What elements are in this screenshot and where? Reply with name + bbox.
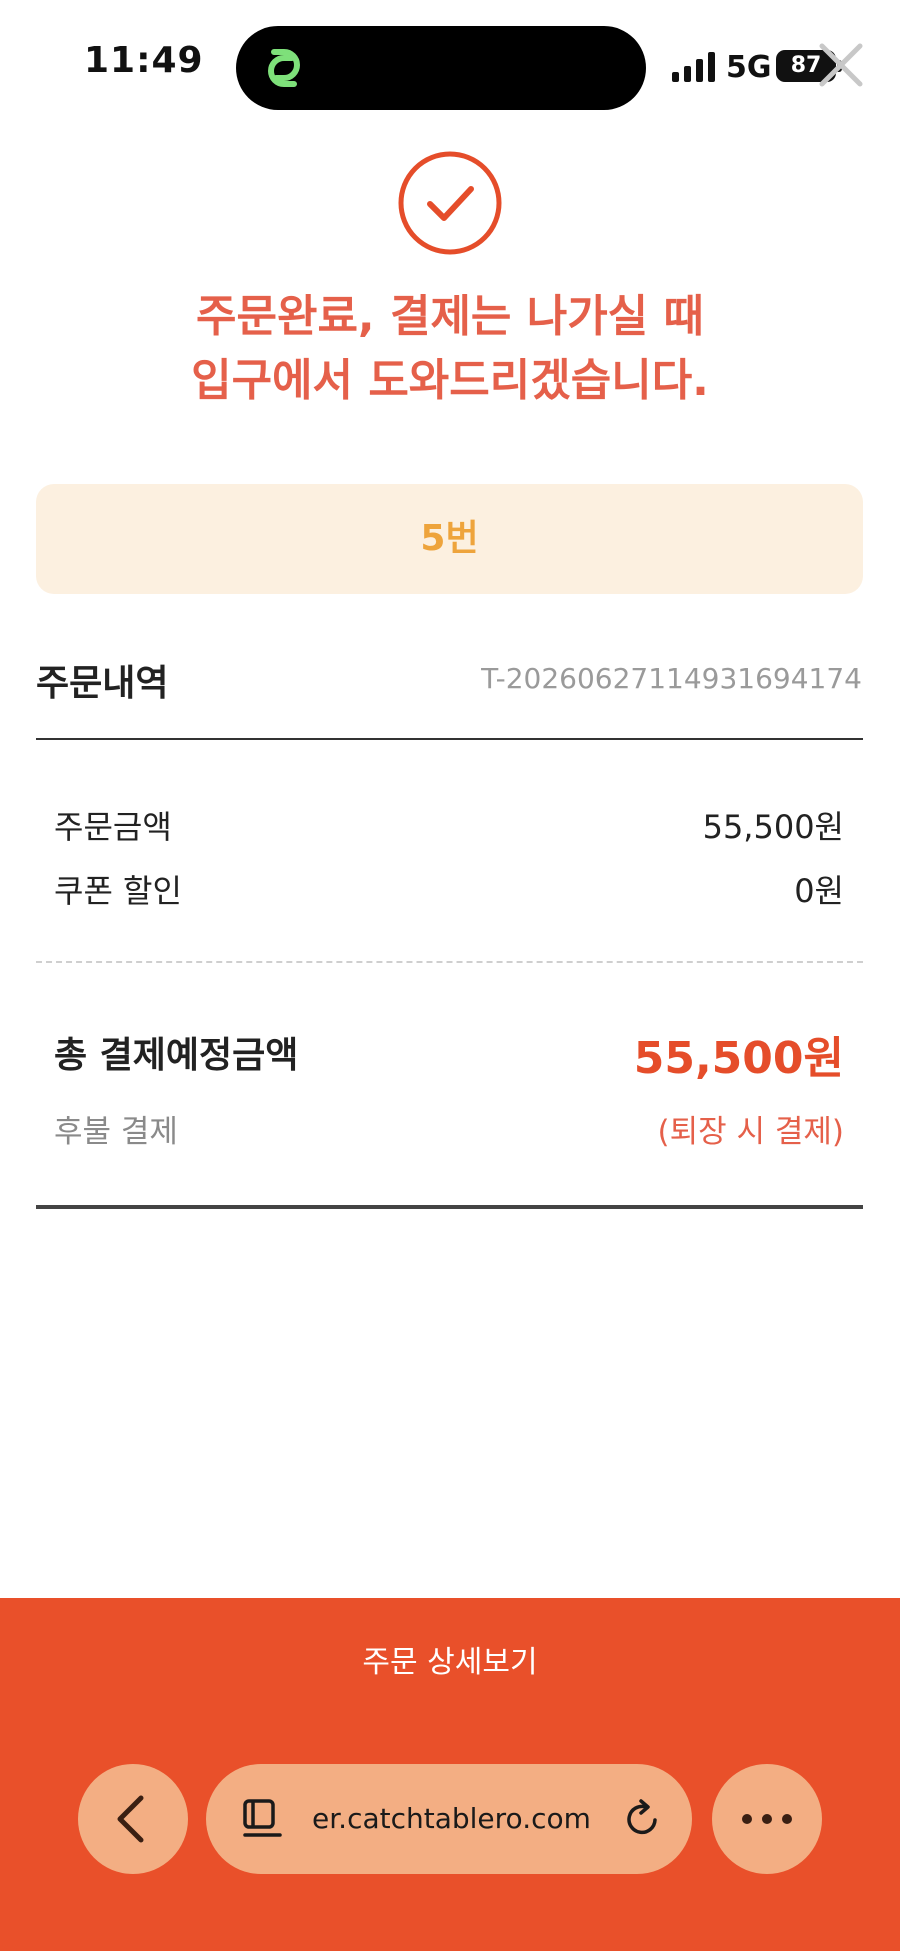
total-amount-label: 총 결제예정금액 xyxy=(54,1035,299,1076)
more-button[interactable] xyxy=(712,1764,822,1874)
order-complete-screen: 11:49 5G 87 주문완료, 결제는 나가실 때 입구에서 도와드리겠습니… xyxy=(0,0,900,1951)
title-line-1: 주문완료, 결제는 나가실 때 xyxy=(196,291,704,342)
thick-divider xyxy=(36,1205,863,1209)
total-amount-value: 55,500원 xyxy=(633,1033,844,1084)
reload-icon[interactable] xyxy=(622,1798,664,1840)
dynamic-island xyxy=(236,26,646,110)
back-button[interactable] xyxy=(78,1764,188,1874)
chevron-left-icon xyxy=(117,1795,144,1843)
address-bar[interactable]: er.catchtablero.com xyxy=(206,1764,692,1874)
page-title: 주문완료, 결제는 나가실 때 입구에서 도와드리겠습니다. xyxy=(40,285,860,413)
divider xyxy=(36,738,863,740)
order-details-button[interactable]: 주문 상세보기 xyxy=(0,1598,900,1728)
tabs-icon xyxy=(243,1799,282,1837)
order-number-banner: 5번 xyxy=(36,484,863,594)
close-icon[interactable] xyxy=(816,40,866,90)
deferred-payment-note: (퇴장 시 결제) xyxy=(657,1114,845,1150)
dashed-divider xyxy=(36,961,863,963)
order-amount-label: 주문금액 xyxy=(54,808,172,846)
deferred-payment-label: 후불 결제 xyxy=(54,1114,178,1150)
link-app-icon xyxy=(268,49,300,87)
order-amount-value: 55,500원 xyxy=(702,808,844,846)
status-time: 11:49 xyxy=(84,40,204,81)
signal-icon xyxy=(672,52,715,82)
title-line-2: 입구에서 도와드리겠습니다. xyxy=(191,355,709,406)
order-id: T-20260627114931694174 xyxy=(481,662,862,695)
network-label: 5G xyxy=(726,50,772,85)
bottom-action-area: 주문 상세보기 er.catchtablero.com xyxy=(0,1598,900,1951)
coupon-discount-label: 쿠폰 할인 xyxy=(54,872,182,910)
check-circle-icon xyxy=(398,151,502,255)
order-details-title: 주문내역 xyxy=(36,663,169,704)
more-icon xyxy=(742,1814,792,1824)
coupon-discount-value: 0원 xyxy=(794,872,844,910)
url-text: er.catchtablero.com xyxy=(312,1802,591,1835)
